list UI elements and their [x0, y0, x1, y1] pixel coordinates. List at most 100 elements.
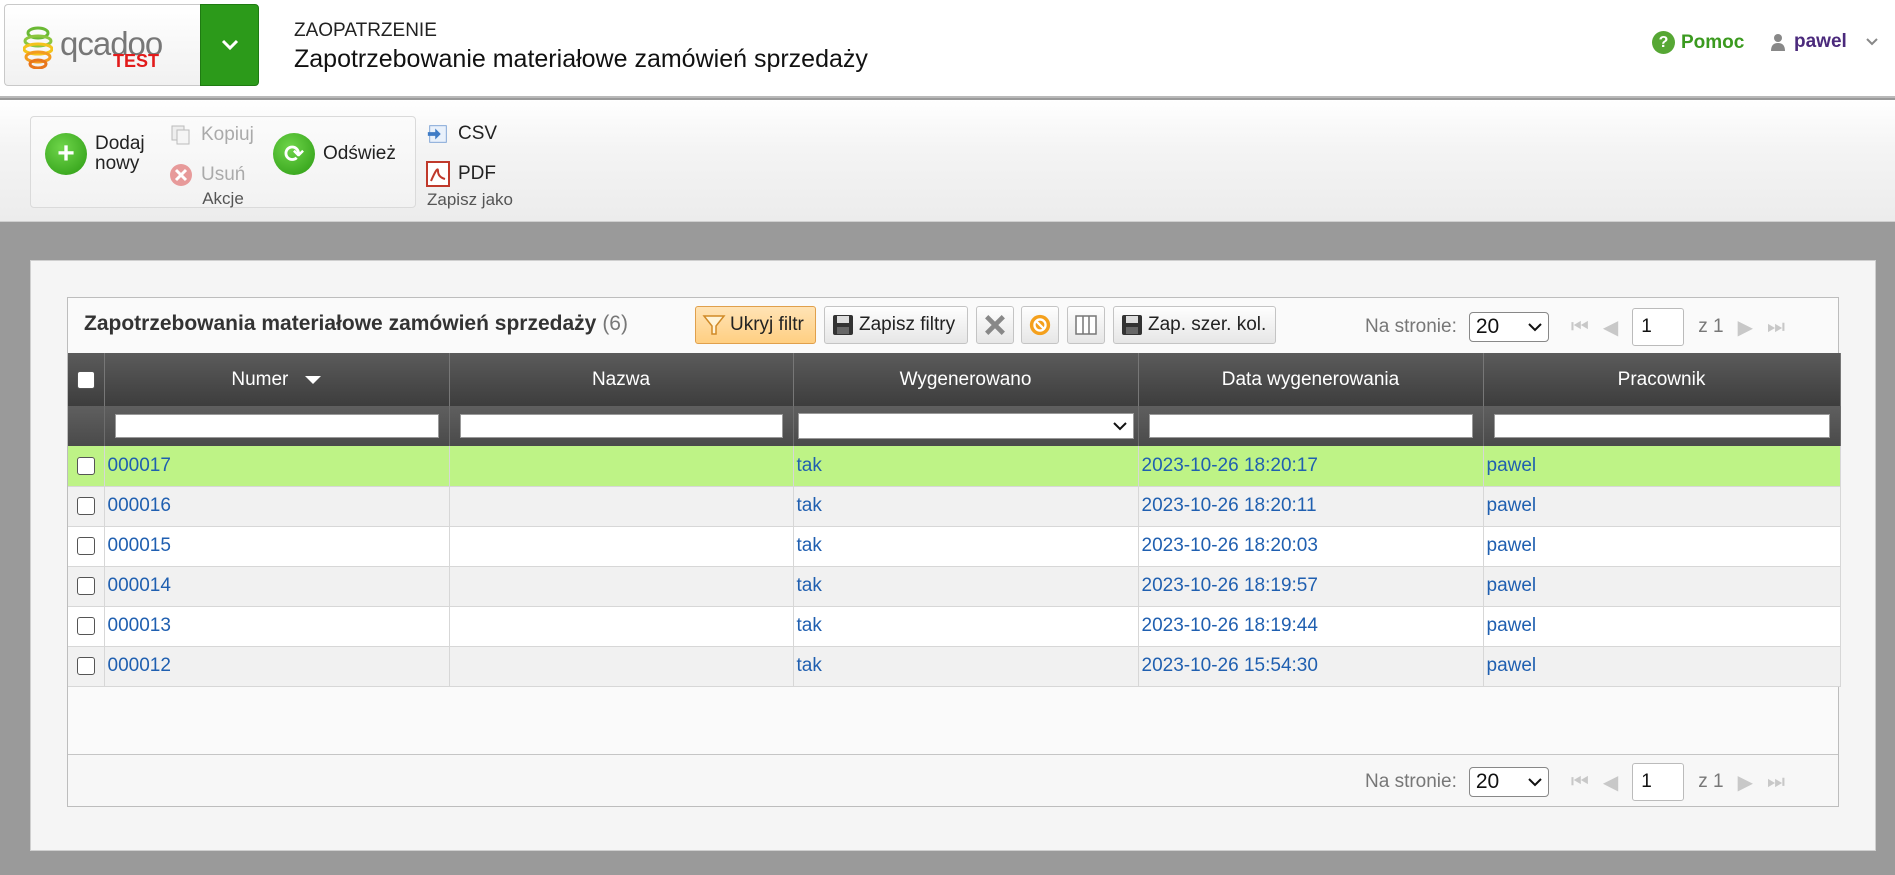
- cell-worker[interactable]: pawel: [1483, 606, 1841, 647]
- cell-generated[interactable]: tak: [793, 446, 1139, 487]
- cell-generated[interactable]: tak: [793, 566, 1139, 607]
- page-number-input[interactable]: 1: [1632, 763, 1685, 801]
- cell-date[interactable]: 2023-10-26 18:20:17: [1138, 446, 1484, 487]
- cell-generated[interactable]: tak: [793, 486, 1139, 527]
- cell-generated[interactable]: tak: [793, 646, 1139, 687]
- per-page-select[interactable]: 20: [1468, 312, 1549, 342]
- reset-button[interactable]: [1021, 306, 1059, 344]
- cell-worker[interactable]: pawel: [1483, 446, 1841, 487]
- ribbon-group-actions: + Dodaj nowy Kopiuj Usuń ⟳ Odśwież Akcje: [30, 116, 416, 208]
- logo[interactable]: qcadoo TEST: [4, 4, 200, 86]
- per-page-select[interactable]: 20: [1468, 767, 1549, 797]
- cell-number[interactable]: 000014: [104, 566, 450, 607]
- save-filters-button[interactable]: Zapisz filtry: [824, 306, 968, 344]
- cell-name[interactable]: [449, 486, 794, 527]
- pager-top: Na stronie: 20 ⏮ ◀ 1 z 1 ▶ ⏭: [1365, 308, 1785, 346]
- delete-button[interactable]: Usuń: [169, 163, 245, 187]
- cell-date[interactable]: 2023-10-26 18:19:44: [1138, 606, 1484, 647]
- cell-date[interactable]: 2023-10-26 18:19:57: [1138, 566, 1484, 607]
- row-checkbox[interactable]: [76, 537, 95, 555]
- save-column-widths-button[interactable]: Zap. szer. kol.: [1113, 306, 1276, 344]
- filter-date-input[interactable]: [1148, 414, 1473, 438]
- cell-generated[interactable]: tak: [793, 606, 1139, 647]
- cell-number[interactable]: 000012: [104, 646, 450, 687]
- row-checkbox[interactable]: [76, 657, 95, 675]
- cell-date[interactable]: 2023-10-26 15:54:30: [1138, 646, 1484, 687]
- row-checkbox[interactable]: [76, 497, 95, 515]
- column-header-date[interactable]: Data wygenerowania: [1138, 353, 1484, 406]
- table-row[interactable]: 000012 tak 2023-10-26 15:54:30 pawel: [68, 646, 1841, 687]
- first-page-icon[interactable]: ⏮: [1571, 316, 1589, 339]
- grid-table: Numer Nazwa Wygenerowano Data wygenerowa…: [68, 353, 1841, 687]
- filter-name-input[interactable]: [459, 414, 783, 438]
- column-header-worker[interactable]: Pracownik: [1483, 353, 1841, 406]
- last-page-icon[interactable]: ⏭: [1767, 316, 1785, 339]
- column-header-number[interactable]: Numer: [104, 353, 450, 406]
- grid-body: 000017 tak 2023-10-26 18:20:17 pawel 000…: [68, 446, 1841, 687]
- refresh-label: Odśwież: [323, 143, 396, 164]
- page-number-input[interactable]: 1: [1632, 308, 1685, 346]
- row-select-cell: [68, 646, 105, 687]
- prev-page-icon[interactable]: ◀: [1603, 315, 1618, 340]
- cell-number[interactable]: 000013: [104, 606, 450, 647]
- cell-generated[interactable]: tak: [793, 526, 1139, 567]
- close-icon: [985, 315, 1005, 335]
- cell-worker[interactable]: pawel: [1483, 646, 1841, 687]
- copy-button[interactable]: Kopiuj: [169, 123, 254, 147]
- cell-worker[interactable]: pawel: [1483, 486, 1841, 527]
- cell-worker[interactable]: pawel: [1483, 526, 1841, 567]
- hide-filter-label: Ukryj filtr: [730, 314, 804, 335]
- add-new-label-2: nowy: [95, 153, 140, 174]
- next-page-icon[interactable]: ▶: [1738, 315, 1753, 340]
- page-count-label: z 1: [1698, 316, 1724, 337]
- csv-export-button[interactable]: CSV: [426, 122, 497, 146]
- cell-date[interactable]: 2023-10-26 18:20:11: [1138, 486, 1484, 527]
- filter-cell-number: [104, 406, 450, 446]
- table-row[interactable]: 000013 tak 2023-10-26 18:19:44 pawel: [68, 606, 1841, 647]
- chevron-down-icon: [1528, 777, 1542, 786]
- help-icon: ?: [1652, 31, 1675, 54]
- columns-button[interactable]: [1067, 306, 1105, 344]
- user-menu[interactable]: pawel: [1770, 31, 1847, 53]
- next-page-icon[interactable]: ▶: [1738, 770, 1753, 795]
- cell-name[interactable]: [449, 646, 794, 687]
- table-row[interactable]: 000017 tak 2023-10-26 18:20:17 pawel: [68, 446, 1841, 487]
- pdf-icon: [426, 161, 450, 187]
- prev-page-icon[interactable]: ◀: [1603, 770, 1618, 795]
- chevron-down-icon: [221, 39, 239, 51]
- column-header-generated[interactable]: Wygenerowano: [793, 353, 1139, 406]
- cell-date[interactable]: 2023-10-26 18:20:03: [1138, 526, 1484, 567]
- filter-worker-input[interactable]: [1493, 414, 1830, 438]
- select-all-checkbox[interactable]: [76, 370, 95, 389]
- filter-number-input[interactable]: [114, 414, 439, 438]
- row-checkbox[interactable]: [76, 617, 95, 635]
- cell-name[interactable]: [449, 526, 794, 567]
- cell-number[interactable]: 000016: [104, 486, 450, 527]
- main-menu-toggle-button[interactable]: [200, 4, 259, 86]
- first-page-icon[interactable]: ⏮: [1571, 771, 1589, 794]
- table-row[interactable]: 000014 tak 2023-10-26 18:19:57 pawel: [68, 566, 1841, 607]
- cell-name[interactable]: [449, 606, 794, 647]
- per-page-label: Na stronie:: [1365, 771, 1457, 792]
- help-link[interactable]: ? Pomoc: [1652, 31, 1744, 54]
- row-checkbox[interactable]: [76, 577, 95, 595]
- cell-name[interactable]: [449, 446, 794, 487]
- row-select-cell: [68, 526, 105, 567]
- cell-number[interactable]: 000015: [104, 526, 450, 567]
- row-checkbox[interactable]: [76, 456, 95, 475]
- clear-filters-button[interactable]: [976, 306, 1014, 344]
- last-page-icon[interactable]: ⏭: [1767, 771, 1785, 794]
- add-new-button[interactable]: + Dodaj nowy: [45, 133, 145, 175]
- pdf-export-button[interactable]: PDF: [426, 161, 496, 187]
- hide-filter-button[interactable]: Ukryj filtr: [695, 306, 816, 344]
- table-row[interactable]: 000016 tak 2023-10-26 18:20:11 pawel: [68, 486, 1841, 527]
- cell-number[interactable]: 000017: [104, 446, 450, 487]
- cell-name[interactable]: [449, 566, 794, 607]
- table-row[interactable]: 000015 tak 2023-10-26 18:20:03 pawel: [68, 526, 1841, 567]
- refresh-button[interactable]: ⟳ Odśwież: [273, 133, 396, 175]
- filter-generated-select[interactable]: [797, 413, 1134, 439]
- per-page-value: 20: [1475, 770, 1500, 793]
- chevron-down-icon[interactable]: [1866, 38, 1878, 46]
- cell-worker[interactable]: pawel: [1483, 566, 1841, 607]
- column-header-name[interactable]: Nazwa: [449, 353, 794, 406]
